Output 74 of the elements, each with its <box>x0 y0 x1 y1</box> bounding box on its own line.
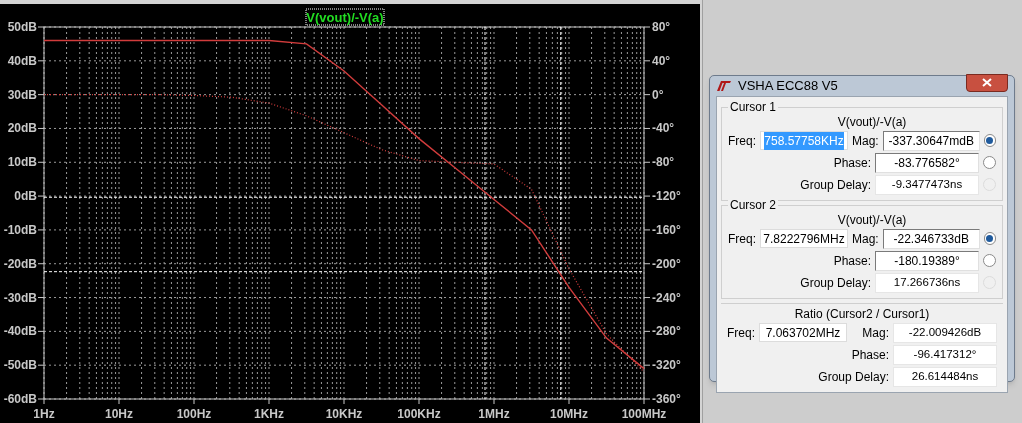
axis-label: -240° <box>652 290 681 305</box>
radio-button[interactable] <box>983 156 996 169</box>
value-field[interactable]: -180.19389° <box>875 250 979 271</box>
field-label: Mag: <box>852 132 879 150</box>
field-label: Group Delay: <box>800 274 871 292</box>
axis-label: 10Hz <box>105 407 133 421</box>
close-button[interactable] <box>966 73 1008 92</box>
axis-label: 100Hz <box>176 407 212 421</box>
axis-label: 1Hz <box>33 407 55 421</box>
axis-label: 10MHz <box>550 407 588 421</box>
field-label: Group Delay: <box>800 176 871 194</box>
axis-label: -20dB <box>3 256 37 271</box>
value-field[interactable]: -83.776582° <box>875 152 979 173</box>
axis-label: -160° <box>652 222 681 237</box>
value-readout: 17.266736ns <box>875 272 979 293</box>
window-title: VSHA ECC88 V5 <box>738 77 839 95</box>
group-heading: Ratio (Cursor2 / Cursor1) <box>794 305 930 322</box>
frequency-field[interactable]: 7.063702MHz <box>759 323 847 342</box>
axis-label: 30dB <box>7 87 37 102</box>
axis-label: -200° <box>652 256 681 271</box>
trace-label[interactable]: V(vout)/-V(a) <box>306 10 384 25</box>
field-label: Phase: <box>851 346 889 364</box>
group-heading: Cursor 1 <box>728 99 778 114</box>
field-label: Freq: <box>728 132 756 150</box>
axis-label: 40° <box>652 53 671 68</box>
axis-label: -320° <box>652 358 681 373</box>
value-readout: 26.614484ns <box>893 366 997 387</box>
field-label: Mag: <box>862 324 889 342</box>
expression-label: V(vout)/-V(a) <box>837 113 907 130</box>
axis-label: 0dB <box>14 189 37 204</box>
field-label: Mag: <box>852 230 879 248</box>
value-field[interactable]: -22.346733dB <box>882 228 980 249</box>
value-readout: -22.009426dB <box>893 322 997 343</box>
close-icon <box>982 78 992 88</box>
value-field[interactable]: -337.30647mdB <box>882 130 980 151</box>
axis-label: -80° <box>652 155 675 170</box>
axis-label: 40dB <box>7 53 37 68</box>
axis-label: -50dB <box>3 358 37 373</box>
axis-label: 100KHz <box>397 407 441 421</box>
axis-label: 100MHz <box>621 407 667 421</box>
field-label: Group Delay: <box>818 368 889 386</box>
field-label: Freq: <box>727 324 755 342</box>
logo-icon <box>716 79 732 92</box>
axis-label: 50dB <box>7 20 37 34</box>
group-heading: Cursor 2 <box>728 197 778 212</box>
axis-label: -120° <box>652 189 681 204</box>
axis-label: -360° <box>652 392 681 406</box>
axis-label: 10dB <box>7 155 37 170</box>
cursor-line[interactable] <box>484 26 486 400</box>
value-readout: -96.417312° <box>893 344 997 365</box>
axis-label: -40dB <box>3 324 37 339</box>
axis-label: 20dB <box>7 121 37 136</box>
axis-label: 1MHz <box>478 407 510 421</box>
cursor-line[interactable] <box>560 26 562 400</box>
value-readout: -9.3477473ns <box>875 174 979 195</box>
frequency-field[interactable]: 7.8222796MHz <box>760 229 848 248</box>
expression-label: V(vout)/-V(a) <box>837 211 907 228</box>
axis-label: -280° <box>652 324 681 339</box>
field-label: Freq: <box>728 230 756 248</box>
axis-label: 1KHz <box>254 407 284 421</box>
axis-label: 0° <box>652 87 664 102</box>
axis-label: -40° <box>652 121 675 136</box>
axis-label: 10KHz <box>325 407 363 421</box>
axis-label: -60dB <box>3 392 37 406</box>
cursor-line[interactable] <box>43 196 645 198</box>
axis-label: 80° <box>652 20 671 34</box>
axis-label: -30dB <box>3 290 37 305</box>
radio-button[interactable] <box>983 232 996 245</box>
field-label: Phase: <box>833 252 871 270</box>
field-label: Phase: <box>833 154 871 172</box>
cursor-line[interactable] <box>43 271 645 273</box>
radio-button[interactable] <box>983 254 996 267</box>
axis-label: -10dB <box>3 222 37 237</box>
radio-button[interactable] <box>983 134 996 147</box>
